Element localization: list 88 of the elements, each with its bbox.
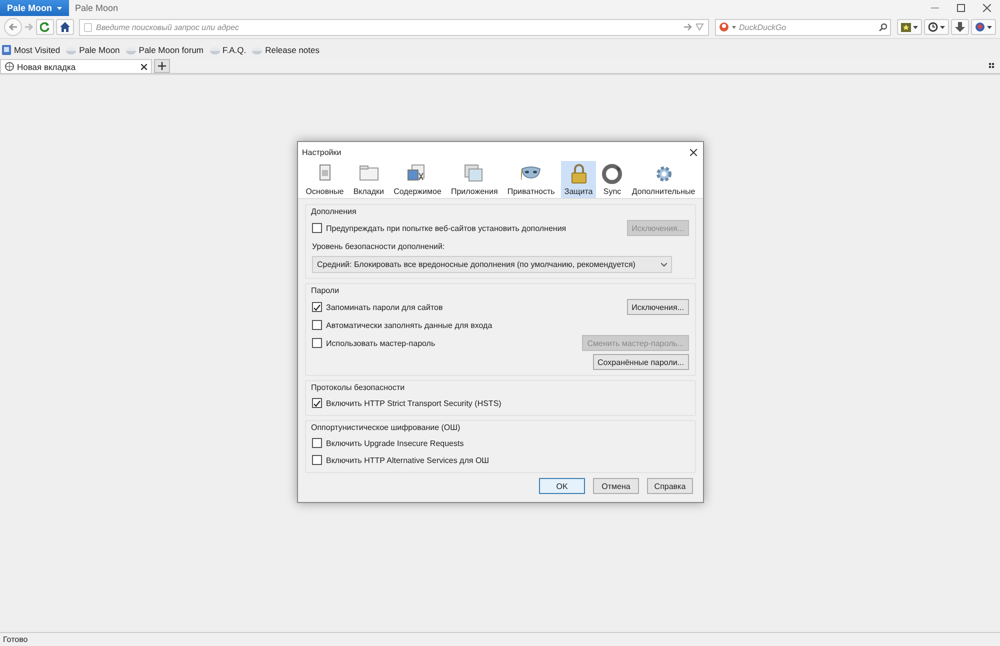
addon-icon: [975, 22, 985, 32]
checkbox[interactable]: [312, 338, 322, 348]
group-title: Оппортунистическое шифрование (ОШ): [311, 423, 462, 432]
maximize-icon[interactable]: [957, 4, 965, 12]
reload-button[interactable]: [36, 19, 54, 35]
search-field[interactable]: DuckDuckGo: [739, 22, 876, 32]
checkbox[interactable]: [312, 438, 322, 448]
checkbox-label: Запоминать пароли для сайтов: [326, 302, 443, 312]
bookmark-link[interactable]: Most Visited: [14, 45, 60, 55]
close-icon[interactable]: [983, 4, 991, 12]
group-title: Дополнения: [311, 207, 358, 216]
address-bar[interactable]: Введите поисковый запрос или адрес: [79, 18, 709, 36]
preferences-tab[interactable]: Приложения: [448, 161, 501, 198]
grip-icon: [989, 63, 994, 68]
plus-icon: [158, 62, 166, 70]
tab-title: Новая вкладка: [17, 62, 77, 72]
exceptions-button[interactable]: Сохранённые пароли...: [592, 354, 689, 370]
checkbox[interactable]: [312, 455, 322, 465]
history-button[interactable]: [924, 19, 949, 35]
preferences-tab[interactable]: Основные: [302, 161, 347, 198]
checkbox-label: Использовать мастер-пароль: [326, 338, 436, 348]
bookmark-link[interactable]: F.A.Q.: [222, 45, 246, 55]
new-tab-button[interactable]: [154, 59, 170, 73]
caret-icon: [913, 26, 918, 28]
back-arrow-icon: [8, 22, 18, 32]
windows-icon: [464, 164, 484, 184]
dropdown-icon: [696, 23, 704, 31]
bookmark-link[interactable]: Pale Moon forum: [138, 45, 204, 55]
dialog-button[interactable]: Справка: [647, 478, 693, 494]
bookmark-link[interactable]: Pale Moon: [79, 45, 120, 55]
checkmark-icon: [313, 400, 321, 406]
security-level-dropdown[interactable]: Средний: Блокировать все вредоносные дополнения (по умолчанию, рекомендуется): [312, 256, 672, 273]
chevron-down-icon: [661, 262, 667, 266]
preferences-tab[interactable]: Защита: [561, 161, 596, 198]
status-text: Готово: [3, 635, 28, 644]
close-icon[interactable]: [690, 149, 697, 156]
duck-logo-icon: [719, 22, 729, 32]
checkbox[interactable]: [312, 223, 322, 233]
dialog-title: Настройки: [302, 148, 342, 157]
checkbox[interactable]: [312, 398, 322, 408]
bookmark-star-icon: [901, 22, 911, 32]
dialog-button[interactable]: OK: [539, 478, 585, 494]
downloads-button[interactable]: [951, 19, 969, 35]
preferences-tab[interactable]: Sync: [599, 161, 626, 198]
checkbox-label: Предупреждать при попытке веб-сайтов установить дополнения: [326, 224, 566, 232]
preferences-tab[interactable]: Содержимое: [390, 161, 444, 198]
caret-icon: [57, 6, 62, 10]
addons-button[interactable]: [971, 19, 996, 35]
gear-icon: [654, 164, 674, 184]
preferences-tab[interactable]: Дополнительные: [628, 161, 698, 198]
globe-icon: [5, 62, 14, 71]
preferences-tab[interactable]: Вкладки: [350, 161, 387, 198]
download-arrow-icon: [955, 22, 965, 32]
back-button[interactable]: [4, 18, 22, 36]
home-icon: [60, 22, 70, 32]
exceptions-button[interactable]: Исключения...: [626, 299, 689, 315]
folder-icon: [2, 45, 11, 55]
address-field[interactable]: Введите поисковый запрос или адрес: [96, 22, 680, 32]
checkbox[interactable]: [312, 320, 322, 330]
checkmark-icon: [313, 304, 321, 310]
reload-icon: [40, 22, 50, 32]
checkbox-label: Включить HTTP Alternative Services для ОШ: [326, 456, 489, 464]
bookmark-link[interactable]: Release notes: [265, 45, 320, 55]
caret-icon: [940, 26, 945, 28]
checkbox[interactable]: [312, 302, 322, 312]
close-icon[interactable]: [141, 64, 147, 70]
search-icon: [879, 23, 887, 31]
checkbox-label: Включить Upgrade Insecure Requests: [326, 438, 464, 448]
checkbox-label: Включить HTTP Strict Transport Security (HSTS): [326, 398, 502, 408]
checkbox-label: Автоматически заполнять данные для входа: [326, 320, 492, 330]
bookmarks-button[interactable]: [897, 19, 922, 35]
group-title: Протоколы безопасности: [311, 383, 406, 392]
caret-icon: [987, 26, 992, 28]
search-bar[interactable]: DuckDuckGo: [715, 18, 891, 36]
forward-arrow-icon: [24, 22, 34, 32]
go-arrow-icon: [684, 23, 692, 31]
window-title: Pale Moon: [75, 3, 118, 13]
browser-tab[interactable]: Новая вкладка: [0, 59, 152, 73]
field-label: Уровень безопасности дополнений:: [312, 242, 445, 250]
app-menu-button[interactable]: Pale Moon: [0, 0, 69, 16]
group-title: Пароли: [311, 286, 340, 295]
sync-icon: [602, 164, 622, 184]
preferences-tab[interactable]: Приватность: [504, 161, 558, 198]
lock-icon: [568, 164, 589, 184]
clock-icon: [928, 22, 938, 32]
caret-icon: [732, 26, 736, 28]
dialog-button[interactable]: Отмена: [593, 478, 639, 494]
home-button[interactable]: [56, 19, 74, 35]
